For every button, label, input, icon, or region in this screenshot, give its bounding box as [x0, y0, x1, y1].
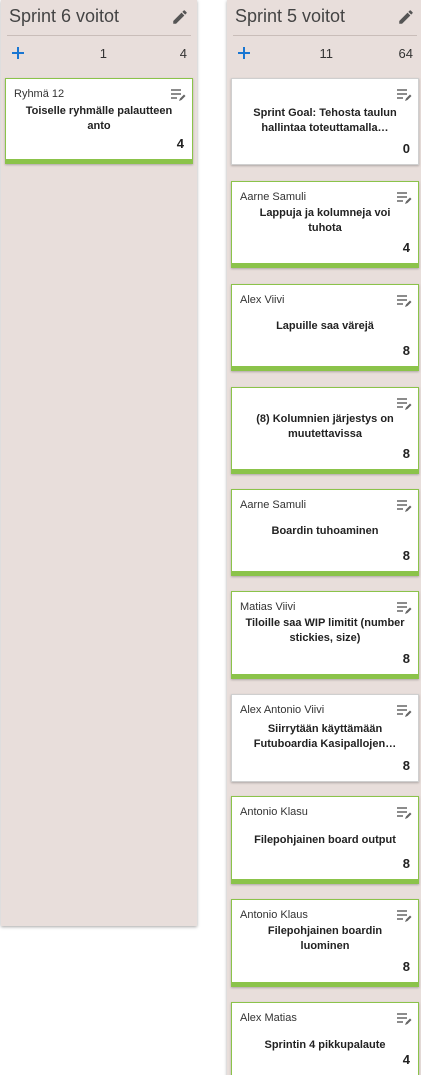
card-text: (8) Kolumnien järjestys on muutettavissa: [256, 413, 394, 440]
edit-note-icon[interactable]: [396, 1012, 412, 1026]
card-assignee: Ryhmä 12: [14, 88, 65, 100]
edit-note-icon[interactable]: [396, 88, 412, 102]
column-header: Sprint 6 voitot: [7, 0, 191, 36]
card[interactable]: Ryhmä 12 Toiselle ryhmälle palautteen an…: [5, 78, 193, 164]
card-text: Toiselle ryhmälle palautteen anto: [25, 105, 173, 132]
card[interactable]: Antonio Klaus Filepohjainen boardin luom…: [231, 899, 419, 987]
edit-note-icon[interactable]: [396, 397, 412, 411]
board: Sprint 6 voitot 1 4 Ryhmä 12 Toiselle ry…: [0, 0, 421, 1075]
card-count: 1: [99, 46, 107, 61]
card-points: 4: [402, 240, 410, 255]
edit-note-icon[interactable]: [170, 88, 186, 102]
card-assignee: Alex Antonio Viivi: [240, 704, 325, 716]
card-text: Lapuille saa värejä: [276, 320, 374, 332]
card-text: Filepohjainen boardin luominen: [267, 925, 383, 952]
edit-note-icon[interactable]: [396, 909, 412, 923]
card-text: Sprint Goal: Tehosta taulun hallintaa to…: [253, 107, 397, 134]
card-assignee: Alex Viivi: [240, 294, 285, 306]
card-points: 8: [402, 343, 410, 358]
card[interactable]: Aarne Samuli Lappuja ja kolumneja voi tu…: [231, 181, 419, 268]
plus-icon[interactable]: [237, 46, 251, 60]
column-title[interactable]: Sprint 6 voitot: [9, 6, 119, 27]
card[interactable]: Antonio Klasu Filepohjainen board output…: [231, 796, 419, 884]
column-stats: 1 4: [7, 36, 191, 70]
card[interactable]: Alex Viivi Lapuille saa värejä 8: [231, 284, 419, 371]
card-points: 4: [402, 1052, 410, 1067]
column-stats: 11 64: [233, 36, 417, 70]
card[interactable]: Aarne Samuli Boardin tuhoaminen 8: [231, 489, 419, 576]
card[interactable]: Alex Antonio Viivi Siirrytään käyttämään…: [231, 694, 419, 782]
plus-icon[interactable]: [11, 46, 25, 60]
edit-note-icon[interactable]: [396, 191, 412, 205]
card-text: Filepohjainen board output: [254, 834, 396, 846]
card-assignee: Matias Viivi: [240, 601, 296, 613]
card[interactable]: (8) Kolumnien järjestys on muutettavissa…: [231, 387, 419, 474]
edit-note-icon[interactable]: [396, 499, 412, 513]
card-points: 8: [402, 959, 410, 974]
card-points: 4: [176, 136, 184, 151]
card[interactable]: Alex Matias Sprintin 4 pikkupalaute 4: [231, 1002, 419, 1075]
card-points: 8: [402, 651, 410, 666]
points-sum: 64: [398, 46, 413, 61]
card-assignee: Aarne Samuli: [240, 191, 307, 203]
card[interactable]: Matias Viivi Tiloille saa WIP limitit (n…: [231, 591, 419, 679]
card-points: 8: [402, 548, 410, 563]
edit-note-icon[interactable]: [396, 806, 412, 820]
edit-note-icon[interactable]: [396, 294, 412, 308]
card-text: Boardin tuhoaminen: [271, 525, 379, 537]
card-points: 8: [402, 446, 410, 461]
column-sprint-6: Sprint 6 voitot 1 4 Ryhmä 12 Toiselle ry…: [1, 0, 197, 926]
pencil-icon[interactable]: [397, 8, 415, 26]
column-header: Sprint 5 voitot: [233, 0, 417, 36]
pencil-icon[interactable]: [171, 8, 189, 26]
card-text: Tiloille saa WIP limitit (number stickie…: [245, 617, 405, 644]
card-assignee: Antonio Klaus: [240, 909, 308, 921]
card-text: Sprintin 4 pikkupalaute: [264, 1039, 386, 1051]
card-assignee: Antonio Klasu: [240, 806, 308, 818]
card-assignee: Aarne Samuli: [240, 499, 307, 511]
points-sum: 4: [179, 46, 187, 61]
column-sprint-5: Sprint 5 voitot 11 64 Sprint Goal: Tehos…: [227, 0, 421, 1075]
edit-note-icon[interactable]: [396, 704, 412, 718]
card-points: 0: [402, 141, 410, 156]
card-text: Lappuja ja kolumneja voi tuhota: [259, 207, 391, 234]
column-title[interactable]: Sprint 5 voitot: [235, 6, 345, 27]
card-assignee: Alex Matias: [240, 1012, 297, 1024]
card-text: Siirrytään käyttämään Futuboardia Kasipa…: [253, 723, 397, 750]
card-points: 8: [402, 758, 410, 773]
card-count: 11: [319, 46, 334, 61]
card[interactable]: Sprint Goal: Tehosta taulun hallintaa to…: [231, 78, 419, 165]
card-points: 8: [402, 856, 410, 871]
edit-note-icon[interactable]: [396, 601, 412, 615]
